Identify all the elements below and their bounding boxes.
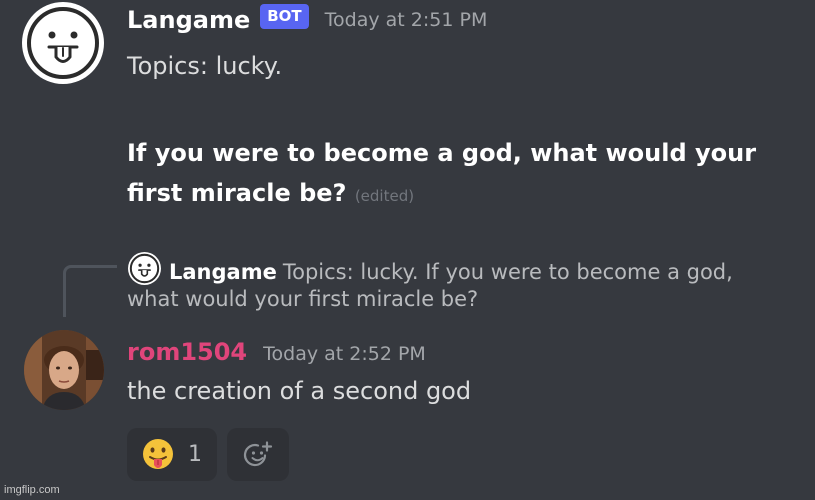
reply-connector xyxy=(63,265,117,317)
timestamp: Today at 2:52 PM xyxy=(263,343,426,365)
add-reaction-button[interactable] xyxy=(227,428,289,481)
bot-message: Langame BOT Today at 2:51 PM Topics: luc… xyxy=(0,0,815,225)
reply-preview-line2[interactable]: what would your first miracle be? xyxy=(127,287,478,311)
reaction-button[interactable]: 1 xyxy=(127,428,217,481)
message-topics: Topics: lucky. xyxy=(127,52,283,80)
reply-preview[interactable]: Langame Topics: lucky. If you were to bec… xyxy=(169,254,809,290)
message-content: the creation of a second god xyxy=(127,377,472,405)
message-header: rom1504 Today at 2:52 PM xyxy=(127,338,426,366)
message-question: If you were to become a god, what would … xyxy=(127,133,777,216)
bot-avatar[interactable] xyxy=(22,2,104,84)
reply-avatar[interactable] xyxy=(128,252,161,285)
watermark: imgflip.com xyxy=(4,484,60,496)
edited-label: (edited) xyxy=(354,187,415,205)
reply-username[interactable]: Langame xyxy=(169,260,277,284)
reply-preview-line1: Topics: lucky. If you were to become a g… xyxy=(282,260,733,284)
username[interactable]: rom1504 xyxy=(127,338,247,366)
tongue-face-icon xyxy=(129,253,160,284)
timestamp: Today at 2:51 PM xyxy=(324,9,488,31)
add-reaction-icon xyxy=(243,440,273,466)
user-avatar[interactable] xyxy=(24,330,104,410)
bot-badge: BOT xyxy=(260,3,309,29)
username[interactable]: Langame xyxy=(127,6,250,34)
reaction-count: 1 xyxy=(188,442,202,467)
tongue-face-icon xyxy=(27,7,99,79)
question-text: If you were to become a god, what would … xyxy=(127,139,757,207)
stuck-out-tongue-emoji-icon xyxy=(143,438,173,469)
user-photo xyxy=(24,330,104,410)
message-header: Langame BOT Today at 2:51 PM xyxy=(127,3,488,34)
